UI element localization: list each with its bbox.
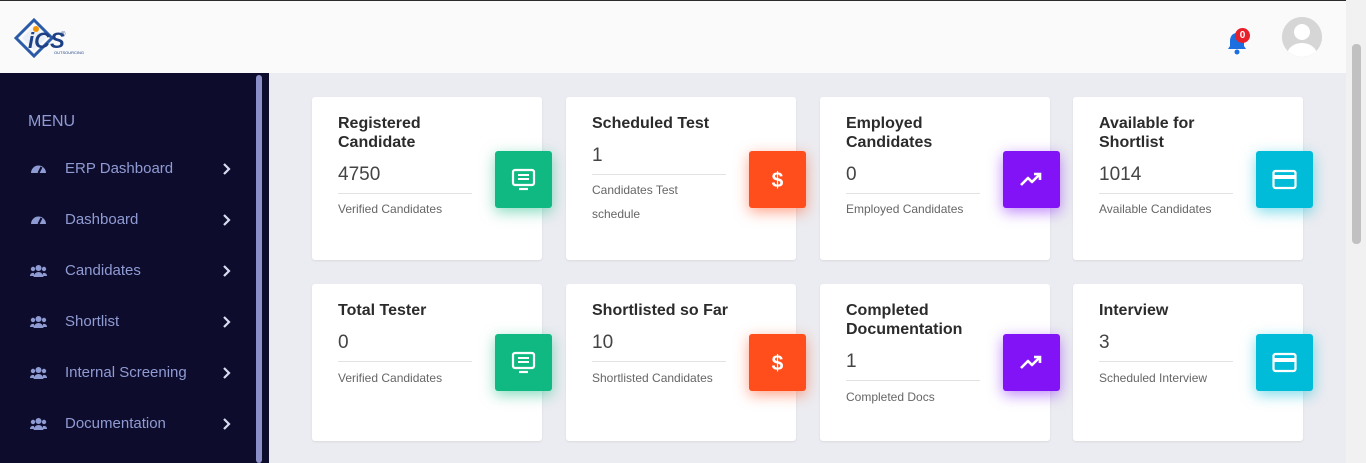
dollar-icon: $ [772,169,784,192]
card-title: Scheduled Test [592,115,710,132]
card-title: Registered Candidate [338,115,421,151]
card-divider [592,174,726,175]
card-icon-box [1003,334,1060,391]
card-title: Interview [1099,302,1169,319]
card-value: 3 [1099,332,1110,353]
dashboard-icon [31,165,46,174]
trending-up-icon [1020,172,1042,186]
card-icon-box [1256,151,1313,208]
card-icon-box [1003,151,1060,208]
card-value: 1 [592,145,603,166]
sidebar-item-documentation[interactable]: Documentation [0,404,256,444]
stat-card-completed-documentation[interactable]: Completed Documentation 1 Completed Docs [820,284,1060,441]
card-icon-box [495,334,552,391]
sidebar-scrollbar[interactable] [256,75,262,463]
card-icon-box: $ [749,151,806,208]
sidebar: MENU ERP Dashboard Dashboard Candidates … [0,73,269,463]
trending-up-icon [1020,355,1042,369]
card-title: Shortlisted so Far [592,302,729,319]
svg-text:OUTSOURCING: OUTSOURCING [54,50,84,55]
sidebar-item-candidates[interactable]: Candidates [0,251,256,291]
stat-card-scheduled-test[interactable]: Scheduled Test 1 Candidates Test schedul… [566,97,806,260]
users-icon [30,367,47,379]
sidebar-item-label: ERP Dashboard [65,160,174,177]
sidebar-item-shortlist[interactable]: Shortlist [0,302,256,342]
svg-text:$: $ [772,169,784,192]
card-title: Available for Shortlist [1099,115,1195,151]
card-icon-box [495,151,552,208]
card-icon-box [1256,334,1313,391]
sidebar-item-dashboard[interactable]: Dashboard [0,200,256,240]
card-divider [846,193,980,194]
stat-card-total-tester[interactable]: Total Tester 0 Verified Candidates [312,284,552,441]
users-icon [30,418,47,430]
monitor-icon [511,351,536,374]
card-icon-box: $ [749,334,806,391]
chevron-right-icon [223,367,231,379]
card-subtitle: Completed Docs [846,390,935,404]
card-divider [592,361,726,362]
credit-card-icon [1272,169,1297,190]
dashboard-icon [31,216,46,225]
stat-card-available-for-shortlist[interactable]: Available for Shortlist 1014 Available C… [1073,97,1313,260]
card-value: 1014 [1099,164,1142,185]
sidebar-item-internal-screening[interactable]: Internal Screening [0,353,256,393]
card-value: 0 [846,164,857,185]
users-icon [30,265,47,277]
card-divider [1099,193,1233,194]
sidebar-item-label: Dashboard [65,211,139,228]
card-divider [338,193,472,194]
sidebar-item-erp-dashboard[interactable]: ERP Dashboard [0,149,256,189]
card-subtitle: Verified Candidates [338,371,443,385]
card-subtitle: Candidates Test schedule [592,183,678,221]
card-value: 4750 [338,164,381,185]
sidebar-item-label: Shortlist [65,313,120,330]
chevron-right-icon [223,163,231,175]
notification-count-badge: 0 [1235,28,1250,43]
main-scrollbar-thumb[interactable] [1352,44,1361,244]
monitor-icon [511,168,536,191]
company-logo[interactable]: iCS ® OUTSOURCING [13,16,88,59]
card-subtitle: Shortlisted Candidates [592,371,713,385]
dollar-icon: $ [772,352,784,375]
card-value: 1 [846,351,857,372]
card-divider [846,380,980,381]
svg-text:®: ® [61,31,66,38]
card-subtitle: Employed Candidates [846,202,964,216]
card-value: 10 [592,332,614,353]
stat-card-registered-candidate[interactable]: Registered Candidate 4750 Verified Candi… [312,97,552,260]
card-value: 0 [338,332,349,353]
chevron-right-icon [223,316,231,328]
stat-card-shortlisted-so-far[interactable]: Shortlisted so Far 10 Shortlisted Candid… [566,284,806,441]
svg-text:$: $ [772,352,784,375]
card-subtitle: Verified Candidates [338,202,443,216]
menu-title: MENU [28,113,76,130]
stat-card-interview[interactable]: Interview 3 Scheduled Interview [1073,284,1313,441]
chevron-right-icon [223,265,231,277]
sidebar-item-label: Internal Screening [65,364,187,381]
card-title: Total Tester [338,302,427,319]
card-divider [1099,361,1233,362]
card-subtitle: Scheduled Interview [1099,371,1208,385]
chevron-right-icon [223,418,231,430]
credit-card-icon [1272,352,1297,373]
stat-card-employed-candidates[interactable]: Employed Candidates 0 Employed Candidate… [820,97,1060,260]
card-title: Employed Candidates [846,115,933,151]
users-icon [30,316,47,328]
sidebar-item-label: Documentation [65,415,166,432]
chevron-right-icon [223,214,231,226]
top-header: iCS ® OUTSOURCING 0 [0,0,1346,73]
card-title: Completed Documentation [846,302,963,338]
sidebar-item-label: Candidates [65,262,141,279]
card-subtitle: Available Candidates [1099,202,1212,216]
card-divider [338,361,472,362]
user-avatar[interactable] [1282,17,1322,57]
